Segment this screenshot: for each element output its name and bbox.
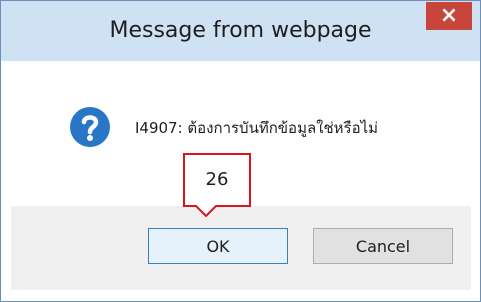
ok-button[interactable]: OK xyxy=(148,228,288,264)
dialog-title: Message from webpage xyxy=(109,18,372,43)
question-icon xyxy=(70,107,110,147)
message-dialog: Message from webpage × I4907: ต้องการบัน… xyxy=(0,0,481,302)
cancel-button[interactable]: Cancel xyxy=(313,228,453,264)
step-callout: 26 xyxy=(183,153,251,207)
dialog-message: I4907: ต้องการบันทึกข้อมูลใช่หรือไม่ xyxy=(135,119,379,137)
close-icon: × xyxy=(439,3,459,28)
button-bar: OK Cancel xyxy=(11,206,471,290)
close-button[interactable]: × xyxy=(426,2,472,30)
callout-pointer-icon xyxy=(195,205,217,217)
